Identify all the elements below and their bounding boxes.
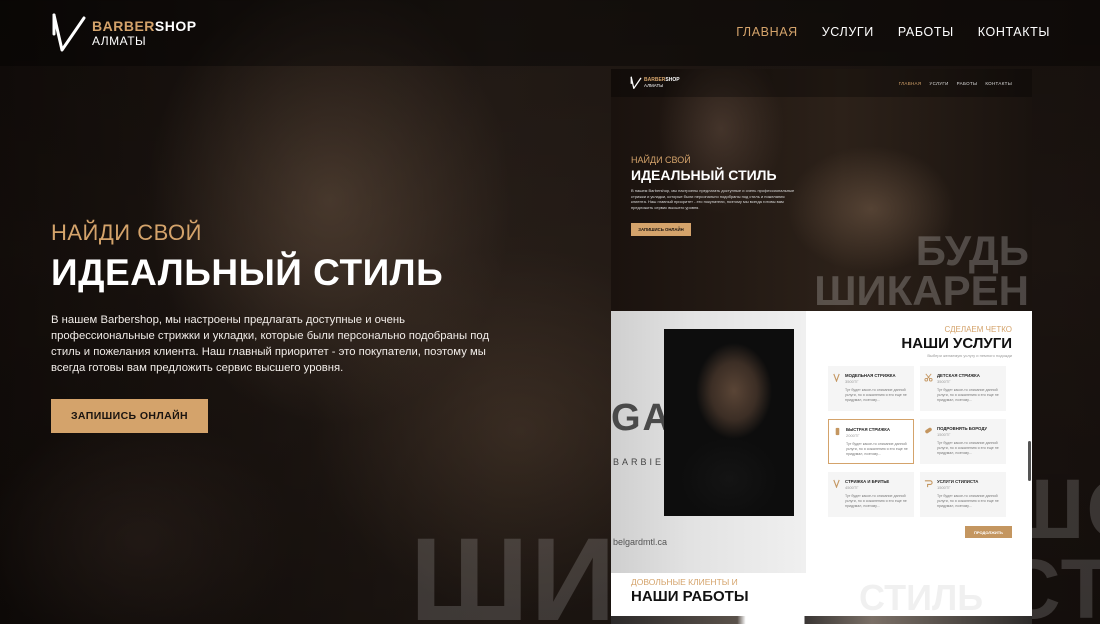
- mockup-big-line-1: БУДЬ: [915, 227, 1029, 274]
- services-title: НАШИ УСЛУГИ: [901, 335, 1012, 352]
- service-name: ПОДРОВНЯТЬ БОРОДУ: [937, 426, 988, 431]
- mockup-nav-works: РАБОТЫ: [956, 81, 978, 86]
- service-price: 1500ТГ: [937, 485, 951, 490]
- mockup-header: BARBERSHOP АЛМАТЫ ГЛАВНАЯ УСЛУГИ РАБОТЫ …: [611, 69, 1032, 97]
- clipper-icon: [835, 427, 840, 436]
- hero-description: В нашем Barbershop, мы настроены предлаг…: [51, 314, 490, 375]
- mockup-logo-title-accent: BARBER: [644, 76, 666, 83]
- works-kicker: ДОВОЛЬНЫЕ КЛИЕНТЫ И: [631, 577, 738, 587]
- mockup-big-words: БУДЬ ШИКАРЕН: [814, 227, 1029, 314]
- nav-home[interactable]: ГЛАВНАЯ: [736, 25, 798, 39]
- photo-sign-url: belgardmtl.ca: [613, 537, 668, 547]
- logo-title-accent: BARBER: [92, 18, 155, 34]
- mockup-book-button: ЗАПИШИСЬ ОНЛАЙН: [631, 223, 691, 236]
- mockup-logo-mark-icon: [630, 76, 642, 89]
- service-name: УСЛУГИ СТИЛИСТА: [937, 479, 979, 484]
- main-nav: ГЛАВНАЯ УСЛУГИ РАБОТЫ КОНТАКТЫ: [736, 25, 1050, 39]
- mockup-big-line-2: ШИКАРЕН: [814, 266, 1029, 314]
- logo-mark-icon: [52, 13, 86, 52]
- mockup-works: СТИЛЬ ДОВОЛЬНЫЕ КЛИЕНТЫ И НАШИ РАБОТЫ: [611, 573, 1032, 624]
- nav-services[interactable]: УСЛУГИ: [822, 25, 874, 39]
- service-card: СТРИЖКА И БРИТЬЕ 4500ТГ Тут будет какое-…: [828, 472, 914, 517]
- service-card-highlighted: БЫСТРАЯ СТРИЖКА 2000ТГ Тут будет какое-т…: [828, 419, 914, 464]
- service-price: 2000ТГ: [846, 433, 860, 438]
- mockup-nav-services: УСЛУГИ: [929, 81, 949, 86]
- service-name: БЫСТРАЯ СТРИЖКА: [846, 427, 890, 432]
- works-big-word: СТИЛЬ: [859, 577, 984, 618]
- services-continue-button: ПРОДОЛЖИТЬ: [965, 526, 1012, 538]
- works-title: НАШИ РАБОТЫ: [631, 588, 749, 605]
- service-description: Тут будет какое-то описание данной услуг…: [846, 442, 908, 456]
- service-price: 4500ТГ: [845, 485, 859, 490]
- mockup-logo-title-rest: SHOP: [665, 76, 680, 83]
- hero-kicker: НАЙДИ СВОЙ: [51, 220, 202, 245]
- logo-city: АЛМАТЫ: [92, 34, 147, 48]
- mockup-nav-contacts: КОНТАКТЫ: [985, 81, 1012, 86]
- service-price: 3500ТГ: [845, 379, 859, 384]
- mockup-logo-text: BARBERSHOP АЛМАТЫ: [644, 76, 680, 89]
- mockup-logo: BARBERSHOP АЛМАТЫ: [630, 76, 680, 90]
- works-photo-strip: [611, 616, 1032, 624]
- nav-contacts[interactable]: КОНТАКТЫ: [978, 25, 1050, 39]
- service-card: ДЕТСКАЯ СТРИЖКА 3500ТГ Тут будет какое-т…: [920, 366, 1006, 411]
- mockup-nav: ГЛАВНАЯ УСЛУГИ РАБОТЫ КОНТАКТЫ: [899, 81, 1012, 86]
- services-kicker: СДЕЛАЕМ ЧЕТКО: [944, 325, 1012, 334]
- hero-title: ИДЕАЛЬНЫЙ СТИЛЬ: [51, 252, 444, 293]
- mockup-scrollbar[interactable]: [1028, 441, 1031, 481]
- service-description: Тут будет какое-то описание данной услуг…: [937, 388, 999, 402]
- photo-sign-text: GA: [611, 397, 672, 439]
- service-name: МОДЕЛЬНАЯ СТРИЖКА: [845, 373, 896, 378]
- website-mockup: BARBERSHOP АЛМАТЫ ГЛАВНАЯ УСЛУГИ РАБОТЫ …: [611, 69, 1032, 624]
- service-description: Тут будет какое-то описание данной услуг…: [845, 388, 907, 402]
- service-description: Тут будет какое-то описание данной услуг…: [937, 494, 999, 508]
- service-card: ПОДРОВНЯТЬ БОРОДУ 1500ТГ Тут будет какое…: [920, 419, 1006, 464]
- scissors-icon: [924, 373, 933, 382]
- razor-icon: [833, 479, 840, 488]
- logo-title-rest: SHOP: [154, 18, 197, 34]
- mockup-hero-title: ИДЕАЛЬНЫЙ СТИЛЬ: [631, 167, 777, 183]
- mockup-hero: BARBERSHOP АЛМАТЫ ГЛАВНАЯ УСЛУГИ РАБОТЫ …: [611, 69, 1032, 311]
- book-online-button[interactable]: ЗАПИШИСЬ ОНЛАЙН: [51, 399, 208, 433]
- mockup-barber-photo: [664, 329, 794, 516]
- comb-icon: [925, 427, 932, 434]
- mockup-hero-description: В нашем Barbershop, мы настроены предлаг…: [631, 188, 795, 210]
- logo-text: BARBERSHOP АЛМАТЫ: [92, 19, 197, 47]
- service-description: Тут будет какое-то описание данной услуг…: [937, 441, 999, 455]
- service-card: МОДЕЛЬНАЯ СТРИЖКА 3500ТГ Тут будет какое…: [828, 366, 914, 411]
- service-price: 1500ТГ: [937, 432, 951, 437]
- site-header: BARBERSHOP АЛМАТЫ ГЛАВНАЯ УСЛУГИ РАБОТЫ …: [0, 0, 1100, 66]
- mockup-logo-city: АЛМАТЫ: [644, 82, 664, 88]
- logo-title: BARBERSHOP: [92, 19, 197, 33]
- razor-icon: [833, 373, 840, 382]
- logo[interactable]: BARBERSHOP АЛМАТЫ: [50, 12, 197, 54]
- mockup-logo-title: BARBERSHOP: [644, 76, 680, 83]
- mockup-nav-home: ГЛАВНАЯ: [898, 81, 922, 86]
- mockup-hero-kicker: НАЙДИ СВОЙ: [631, 155, 691, 165]
- nav-works[interactable]: РАБОТЫ: [898, 25, 954, 39]
- service-name: СТРИЖКА И БРИТЬЕ: [845, 479, 890, 484]
- service-description: Тут будет какое-то описание данной услуг…: [845, 494, 907, 508]
- services-subtitle: Выбери желаемую услугу и немного подожди: [927, 353, 1012, 358]
- service-card: УСЛУГИ СТИЛИСТА 1500ТГ Тут будет какое-т…: [920, 472, 1006, 517]
- hairdryer-icon: [924, 480, 933, 488]
- service-price: 3500ТГ: [937, 379, 951, 384]
- service-name: ДЕТСКАЯ СТРИЖКА: [937, 373, 980, 378]
- hero-content: НАЙДИ СВОЙ ИДЕАЛЬНЫЙ СТИЛЬ В нашем Barbe…: [51, 220, 501, 376]
